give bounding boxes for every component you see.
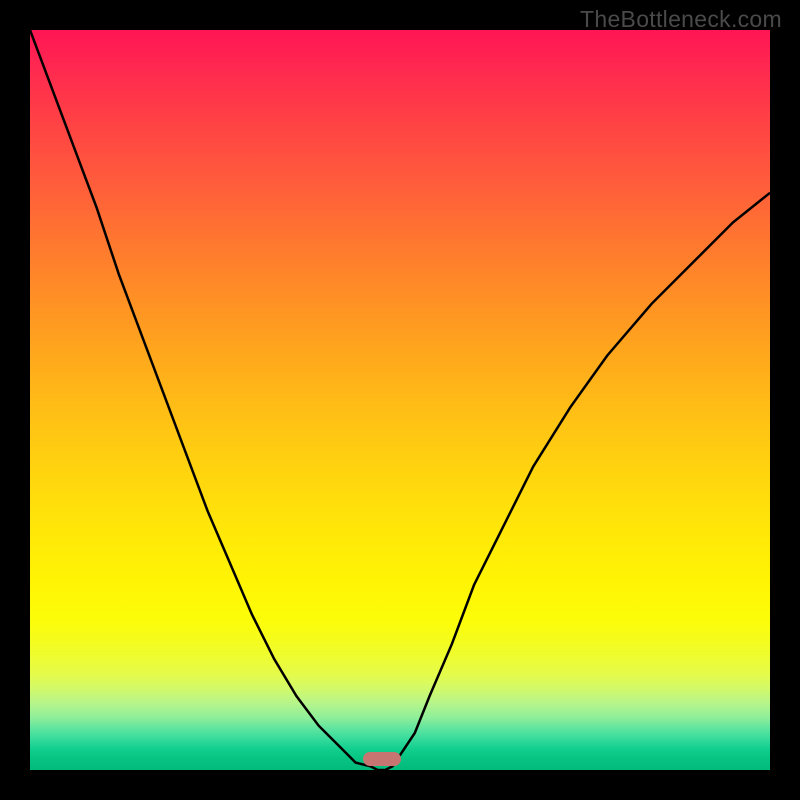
chart-plot-area	[30, 30, 770, 770]
watermark-text: TheBottleneck.com	[580, 6, 782, 33]
optimal-point-marker	[363, 752, 401, 766]
bottleneck-curve	[30, 30, 770, 770]
curve-svg	[30, 30, 770, 770]
